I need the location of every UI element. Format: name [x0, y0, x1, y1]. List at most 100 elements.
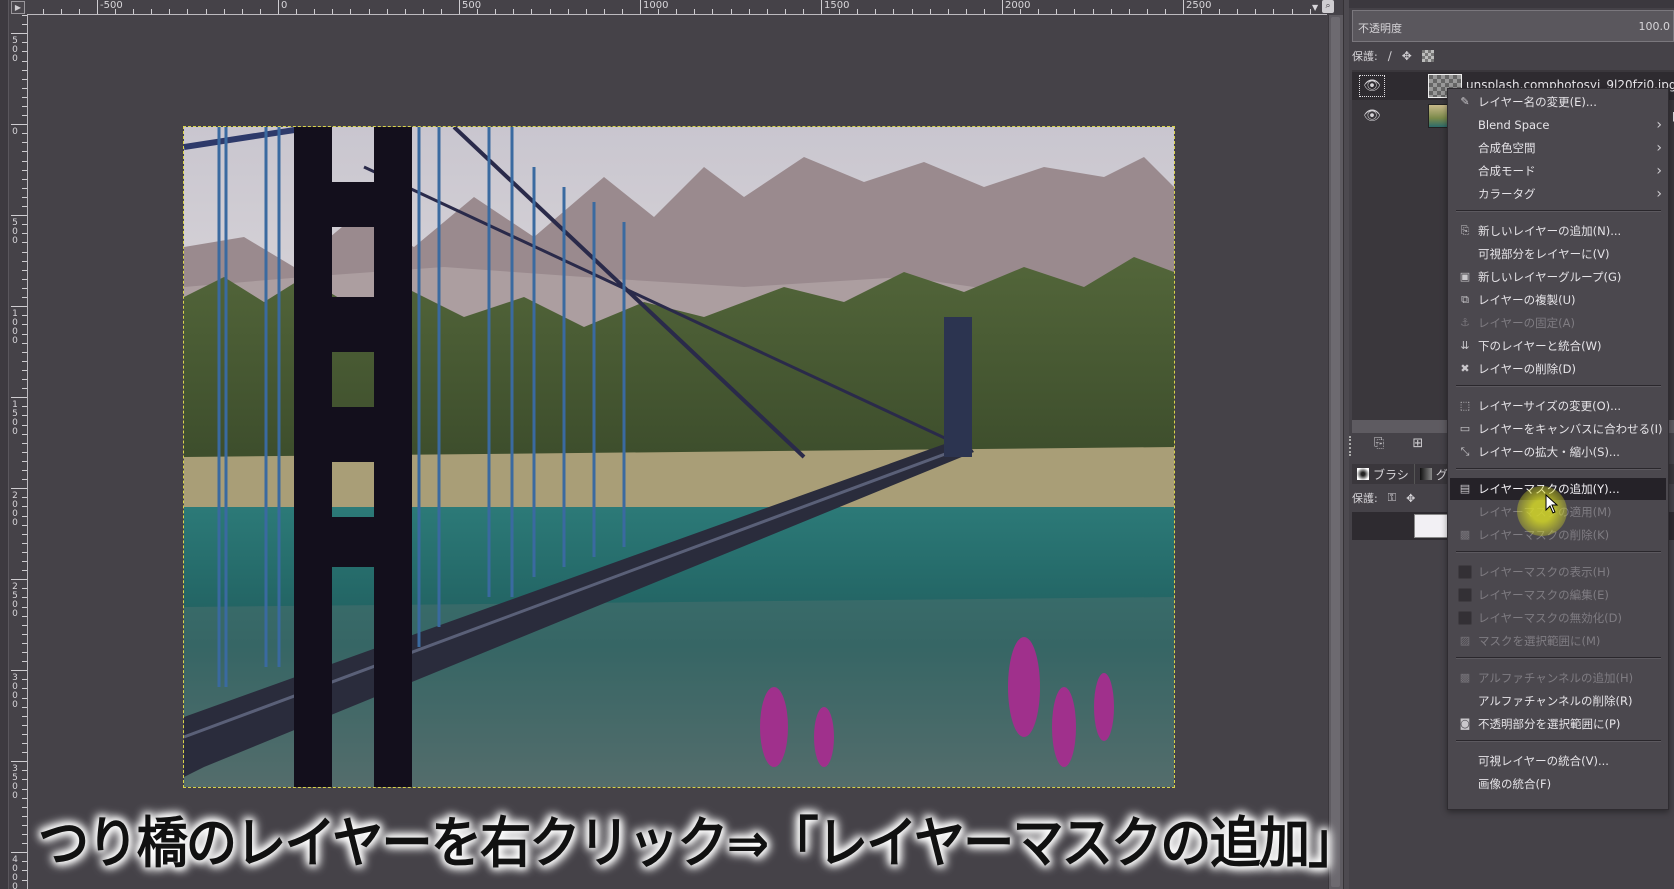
ruler-tick [11, 397, 27, 398]
brush-icon [1357, 468, 1369, 480]
opacity-slider[interactable]: 不透明度 100.0 [1352, 10, 1674, 42]
ruler-tick [441, 9, 442, 14]
delete-icon: ✖ [1460, 362, 1470, 375]
menu-item[interactable]: Blend Space › [1450, 114, 1666, 136]
menu-separator [1456, 468, 1661, 470]
menu-item[interactable]: ⬚ レイヤーサイズの変更(O)... [1450, 395, 1666, 417]
new-layer-icon[interactable]: ⎘ [1374, 436, 1384, 456]
ruler-tick [22, 434, 27, 435]
lock-row: 保護: ∕ ✥ [1352, 48, 1434, 64]
scale-icon: ⤡ [1460, 445, 1470, 458]
ruler-tick [423, 9, 424, 14]
ruler-tick [22, 425, 27, 426]
navigate-icon[interactable]: ⌕ [1322, 0, 1334, 13]
ruler-tick [785, 9, 786, 14]
ruler-tick [767, 9, 768, 14]
menu-item: レイヤーマスクの表示(H) [1450, 561, 1666, 583]
opacity-value: 100.0 [1638, 20, 1671, 33]
menu-item-label: 新しいレイヤーの追加(N)... [1478, 224, 1622, 238]
ruler-tick [22, 233, 27, 234]
gradient-icon [1419, 468, 1432, 480]
ruler-tick [550, 9, 551, 14]
ruler-tick [586, 9, 587, 14]
menu-item[interactable]: 合成モード › [1450, 160, 1666, 182]
ruler-tick [22, 179, 27, 180]
ruler-tick [513, 9, 514, 14]
ruler-tick [11, 579, 27, 580]
new-layer-group-icon[interactable]: ⊞ [1412, 436, 1423, 456]
lock-alpha-icon[interactable] [1421, 50, 1434, 62]
anchor-icon: ⚓ [1460, 316, 1470, 329]
vertical-ruler[interactable]: 500 0 500 1000 1500 2000 2500 3000 3500 4000 [9, 15, 28, 889]
lock-position-icon[interactable]: ✥ [1402, 49, 1412, 63]
lock-position-icon[interactable]: ✥ [1406, 492, 1415, 505]
menu-item[interactable]: ✖ レイヤーの削除(D) [1450, 358, 1666, 380]
ruler-tick [821, 0, 822, 14]
ruler-tick [1183, 0, 1184, 14]
menu-item[interactable]: 可視レイヤーの統合(V)... [1450, 750, 1666, 772]
checkbox-icon [1458, 611, 1472, 625]
ruler-tick [22, 661, 27, 662]
ruler-label: 1500 [12, 400, 18, 437]
menu-item[interactable]: ⤡ レイヤーの拡大・縮小(S)... [1450, 441, 1666, 463]
image-layer-bridge-lake[interactable] [183, 126, 1175, 788]
menu-item[interactable]: ▭ レイヤーをキャンバスに合わせる(I) [1450, 418, 1666, 440]
menu-item[interactable]: アルファチャンネルの削除(R) [1450, 690, 1666, 712]
ruler-tick [22, 206, 27, 207]
ruler-tick [22, 725, 27, 726]
ruler-tick [22, 861, 27, 862]
menu-item[interactable]: ✎ レイヤー名の変更(E)... [1450, 91, 1666, 113]
menu-item[interactable]: ▣ 新しいレイヤーグループ(G) [1450, 266, 1666, 288]
quick-mask-toggle[interactable]: ▶ [11, 1, 25, 14]
ruler-tick [169, 9, 170, 14]
menu-item[interactable]: 画像の統合(F) [1450, 773, 1666, 795]
menu-item[interactable]: ⧉ レイヤーの複製(U) [1450, 289, 1666, 311]
tab-brushes[interactable]: ブラシ [1352, 464, 1415, 484]
lock-label: 保護: [1352, 492, 1378, 505]
visibility-eye-icon[interactable]: 👁 [1360, 106, 1384, 126]
menu-item-label: 合成色空間 [1478, 141, 1536, 155]
ruler-tick [495, 9, 496, 14]
ruler-tick [22, 497, 27, 498]
ruler-tick [731, 9, 732, 14]
ruler-tick [22, 479, 27, 480]
menu-separator [1456, 210, 1661, 212]
scrollbar-thumb[interactable] [1331, 17, 1340, 887]
brush-thumbnail[interactable] [1414, 514, 1448, 538]
ruler-tick [242, 9, 243, 14]
add-mask-icon: ▤ [1459, 482, 1471, 495]
ruler-tick [22, 834, 27, 835]
horizontal-ruler[interactable]: -500050010001500200025003000350040004500… [27, 0, 1327, 15]
menu-item-label: 可視レイヤーの統合(V)... [1478, 754, 1609, 768]
ruler-tick [11, 124, 27, 125]
rename-icon: ✎ [1460, 95, 1470, 108]
canvas-vertical-scrollbar[interactable] [1328, 15, 1343, 889]
ruler-tick [11, 215, 27, 216]
menu-item[interactable]: ◙ 不透明部分を選択範囲に(P) [1450, 713, 1666, 735]
menu-item[interactable]: 可視部分をレイヤーに(V) [1450, 243, 1666, 265]
ruler-tick [22, 643, 27, 644]
ruler-tick [22, 415, 27, 416]
ruler-tick [206, 9, 207, 14]
menu-item[interactable]: ▤ レイヤーマスクの追加(Y)... [1450, 478, 1666, 500]
menu-item[interactable]: 合成色空間 › [1450, 137, 1666, 159]
submenu-arrow-icon: › [1656, 186, 1662, 202]
ruler-tick [11, 488, 27, 489]
menu-item: レイヤーマスクの編集(E) [1450, 584, 1666, 606]
ruler-tick [11, 670, 27, 671]
composite-image [184, 127, 1174, 787]
menu-item[interactable]: ⎘ 新しいレイヤーの追加(N)... [1450, 220, 1666, 242]
menu-item-label: レイヤーマスクの無効化(D) [1478, 611, 1622, 625]
ruler-tick [22, 843, 27, 844]
lock-pixels-icon[interactable]: ∕ [1388, 49, 1392, 63]
visibility-eye-icon[interactable]: 👁 [1359, 75, 1385, 97]
ruler-tick [61, 9, 62, 14]
ruler-tick [22, 42, 27, 43]
mode-selector[interactable] [1349, 0, 1674, 8]
duplicate-icon: ⧉ [1461, 293, 1469, 306]
menu-item-label: レイヤーマスクの適用(M) [1478, 505, 1612, 519]
lock-brush-icon[interactable]: ⚿ [1388, 491, 1396, 505]
menu-item[interactable]: ⇊ 下のレイヤーと統合(W) [1450, 335, 1666, 357]
menu-item[interactable]: カラータグ › [1450, 183, 1666, 205]
ruler-tick [22, 880, 27, 881]
